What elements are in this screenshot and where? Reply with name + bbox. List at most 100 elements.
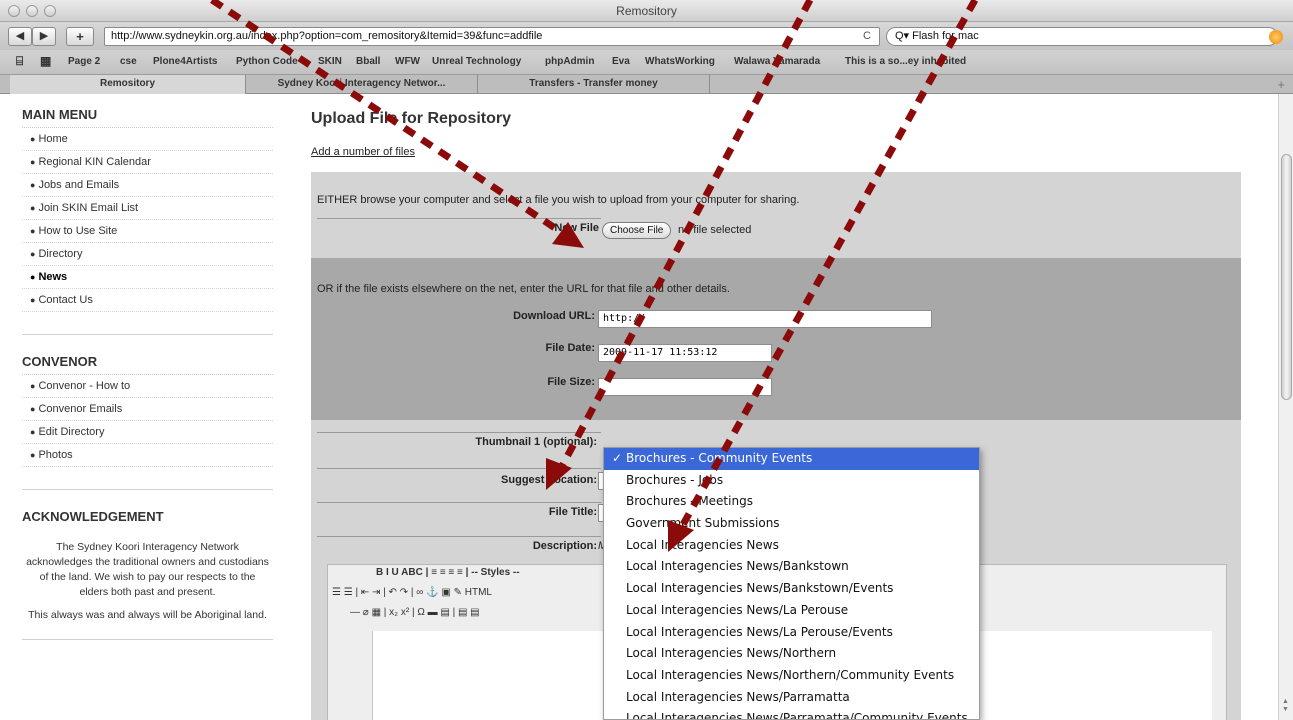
divider (317, 536, 601, 537)
open-book-icon[interactable]: ⌸ (16, 54, 23, 69)
bookmark-python-code[interactable]: Python Code (236, 56, 298, 67)
dropdown-option[interactable]: Brochures - Jobs (604, 470, 979, 492)
bookmark-wfw[interactable]: WFW (395, 56, 420, 67)
menu-item-convenor-emails[interactable]: ● Convenor Emails (22, 398, 273, 421)
back-button[interactable]: ◀ (8, 27, 32, 46)
browser-toolbar: ◀ ▶ + http://www.sydneykin.org.au/index.… (0, 22, 1293, 50)
file-date-label: File Date: (545, 342, 595, 354)
divider (22, 489, 273, 490)
dropdown-option[interactable]: Local Interagencies News/Bankstown/Event… (604, 578, 979, 600)
menu-item-convenor-how-to[interactable]: ● Convenor - How to (22, 375, 273, 398)
divider (22, 639, 273, 640)
add-multiple-files-link[interactable]: Add a number of files (311, 146, 415, 158)
dropdown-option[interactable]: Local Interagencies News/La Perouse/Even… (604, 622, 979, 644)
thumbnail-label: Thumbnail 1 (optional): (475, 436, 597, 448)
snapback-icon[interactable] (1269, 30, 1283, 44)
forward-button[interactable]: ▶ (32, 27, 56, 46)
menu-item-how-to-use-site[interactable]: ● How to Use Site (22, 220, 273, 243)
editor-toolbar-row-2[interactable]: ☰ ☰ | ⇤ ⇥ | ↶ ↷ | ∞ ⚓ ▣ ✎ HTML (332, 587, 492, 605)
dropdown-option[interactable]: Local Interagencies News/Parramatta/Comm… (604, 708, 979, 719)
acknowledgement-heading: ACKNOWLEDGEMENT (22, 509, 164, 524)
editor-toolbar-row-1[interactable]: B I U ABC | ≡ ≡ ≡ ≡ | -- Styles -- (376, 567, 520, 585)
forward-arrow-icon: ▶ (39, 30, 49, 42)
description-label: Description: (532, 540, 597, 552)
divider (317, 432, 601, 433)
menu-item-regional-kin-calendar[interactable]: ● Regional KIN Calendar (22, 151, 273, 174)
dropdown-option[interactable]: Local Interagencies News/Bankstown (604, 556, 979, 578)
download-url-input[interactable]: http:// (598, 310, 932, 328)
menu-item-edit-directory[interactable]: ● Edit Directory (22, 421, 273, 444)
scroll-thumb[interactable] (1281, 154, 1292, 400)
dropdown-option[interactable]: ✓ Brochures - Community Events (604, 448, 979, 470)
dropdown-option[interactable]: Local Interagencies News/Northern (604, 643, 979, 665)
bookmark-whatsworking[interactable]: WhatsWorking (645, 56, 715, 67)
browse-panel: EITHER browse your computer and select a… (311, 172, 1241, 258)
file-size-input[interactable] (598, 378, 772, 396)
tab-sydney-koori[interactable]: Sydney Koori Interagency Networ... (246, 75, 478, 94)
sidebar: MAIN MENU ● Home ● Regional KIN Calendar ●… (22, 94, 273, 640)
dropdown-option[interactable]: Local Interagencies News/Parramatta (604, 687, 979, 709)
bookmark-plone4artists[interactable]: Plone4Artists (153, 56, 217, 67)
location-dropdown-menu[interactable]: ✓ Brochures - Community Events Brochures … (603, 447, 980, 720)
suggest-location-label: Suggest Location: (501, 474, 597, 486)
no-file-selected-text: no file selected (678, 224, 752, 236)
menu-item-join-skin-email-list[interactable]: ● Join SKIN Email List (22, 197, 273, 220)
address-bar[interactable]: http://www.sydneykin.org.au/index.php?op… (104, 27, 880, 46)
dropdown-option[interactable]: Brochures - Meetings (604, 491, 979, 513)
menu-item-contact-us[interactable]: ● Contact Us (22, 289, 273, 312)
file-size-label: File Size: (547, 376, 595, 388)
acknowledgement-text: The Sydney Koori Interagency Network ack… (26, 541, 269, 598)
main-menu-heading: MAIN MENU (22, 104, 273, 128)
add-bookmark-button[interactable]: + (66, 27, 94, 46)
search-field[interactable]: Q▾ Flash for mac (886, 27, 1278, 46)
bookmark-inhabited[interactable]: This is a so...ey inhabited (845, 56, 966, 67)
scroll-arrows-icon[interactable]: ▲ ▼ (1282, 698, 1289, 714)
dropdown-option[interactable]: Local Interagencies News/La Perouse (604, 600, 979, 622)
bookmark-bball[interactable]: Bball (356, 56, 380, 67)
bookmark-cse[interactable]: cse (120, 56, 137, 67)
search-field-text: Q▾ Flash for mac (895, 30, 979, 42)
bookmark-unreal-technology[interactable]: Unreal Technology (432, 56, 521, 67)
convenor-heading: CONVENOR (22, 351, 273, 375)
window-titlebar: Remository (0, 0, 1293, 22)
menu-item-news[interactable]: ● News (22, 266, 273, 289)
bookmark-phpadmin[interactable]: phpAdmin (545, 56, 594, 67)
dropdown-option[interactable]: Local Interagencies News (604, 535, 979, 557)
reload-icon[interactable]: C (863, 28, 871, 45)
browse-instructions: EITHER browse your computer and select a… (317, 194, 800, 206)
bookmark-walawa-yamarada[interactable]: Walawa Yamarada (734, 56, 820, 67)
menu-item-photos[interactable]: ● Photos (22, 444, 273, 467)
new-file-label: New File (554, 222, 599, 234)
bookmark-page-2[interactable]: Page 2 (68, 56, 100, 67)
download-url-label: Download URL: (513, 310, 595, 322)
tab-transfers[interactable]: Transfers - Transfer money (478, 75, 710, 94)
checkmark-icon: ✓ (612, 451, 623, 465)
address-bar-url: http://www.sydneykin.org.au/index.php?op… (111, 30, 543, 42)
bookmark-eva[interactable]: Eva (612, 56, 630, 67)
divider (22, 334, 273, 335)
grid-icon[interactable]: ▦ (40, 54, 51, 68)
menu-item-home[interactable]: ● Home (22, 128, 273, 151)
menu-item-jobs-and-emails[interactable]: ● Jobs and Emails (22, 174, 273, 197)
back-arrow-icon: ◀ (15, 30, 25, 42)
window-title: Remository (616, 4, 677, 18)
dropdown-option[interactable]: Local Interagencies News/Northern/Commun… (604, 665, 979, 687)
dropdown-option[interactable]: Government Submissions (604, 513, 979, 535)
editor-toolbar-row-3[interactable]: — ⌀ ▦ | x₂ x² | Ω ▬ ▤ | ▤ ▤ (350, 607, 480, 625)
tab-remository[interactable]: Remository (10, 75, 246, 94)
aboriginal-land-text: This always was and always will be Abori… (28, 609, 267, 621)
url-instructions: OR if the file exists elsewhere on the n… (317, 283, 730, 295)
menu-item-directory[interactable]: ● Directory (22, 243, 273, 266)
file-date-input[interactable]: 2009-11-17 11:53:12 (598, 344, 772, 362)
divider (317, 468, 601, 469)
bookmarks-bar: ⌸ ▦ Page 2 cse Plone4Artists Python Code… (0, 50, 1293, 75)
file-title-label: File Title: (548, 506, 597, 518)
page-title: Upload File for Repository (311, 110, 512, 127)
new-tab-icon[interactable]: + (1277, 77, 1285, 92)
divider (317, 218, 601, 219)
plus-icon: + (76, 29, 84, 44)
choose-file-button[interactable]: Choose File (602, 222, 672, 239)
page-scrollbar[interactable]: ▲ ▼ (1278, 94, 1293, 720)
tab-bar: Remository Sydney Koori Interagency Netw… (0, 75, 1293, 94)
bookmark-skin[interactable]: SKIN (318, 56, 342, 67)
